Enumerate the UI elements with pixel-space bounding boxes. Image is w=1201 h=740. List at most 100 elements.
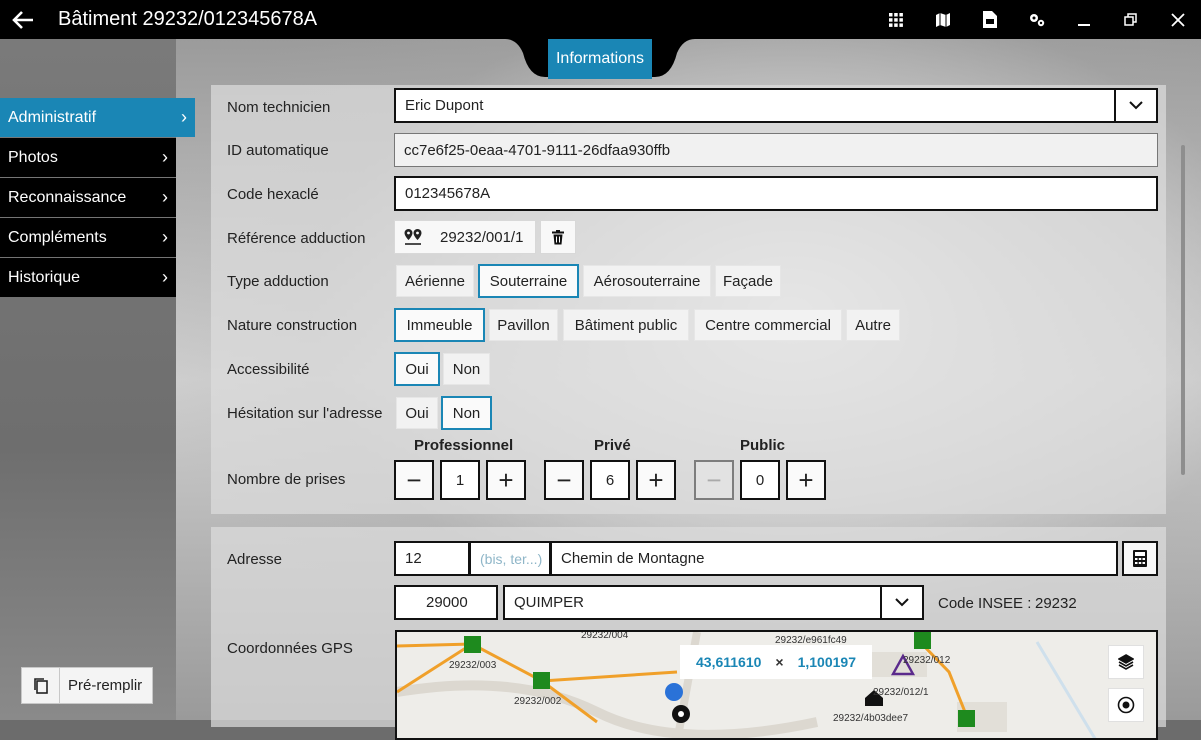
insee-value: 29232: [1035, 595, 1077, 612]
option-facade[interactable]: Façade: [715, 265, 781, 297]
ref-adduction-label: Référence adduction: [227, 230, 366, 247]
sidebar-item-administratif[interactable]: Administratif ›: [0, 98, 195, 137]
layers-icon: [1118, 654, 1134, 670]
public-count[interactable]: 0: [740, 460, 780, 500]
technicien-label: Nom technicien: [227, 99, 331, 116]
option-aerienne[interactable]: Aérienne: [396, 265, 474, 297]
commune-select[interactable]: QUIMPER: [503, 585, 924, 620]
latitude-value: 43,611610: [696, 654, 762, 670]
pdf-button[interactable]: [966, 0, 1013, 39]
chevron-down-icon[interactable]: [1114, 90, 1156, 121]
type-adduction-label: Type adduction: [227, 273, 329, 290]
hexacle-input[interactable]: 012345678A: [394, 176, 1158, 211]
sidebar-item-historique[interactable]: Historique ›: [0, 258, 176, 297]
sidebar-item-photos[interactable]: Photos ›: [0, 138, 176, 177]
map-label: 29232/012: [903, 655, 951, 666]
technicien-select[interactable]: Eric Dupont: [394, 88, 1158, 123]
professionnel-heading: Professionnel: [414, 437, 514, 454]
postal-code-input[interactable]: 29000: [394, 585, 498, 620]
map-label: 29232/4b03dee7: [833, 713, 909, 724]
map-layers-button[interactable]: [1108, 645, 1144, 679]
close-icon: [1170, 12, 1185, 27]
gps-label: Coordonnées GPS: [227, 640, 353, 657]
option-autre[interactable]: Autre: [846, 309, 900, 341]
street-name-value: Chemin de Montagne: [561, 550, 705, 567]
close-button[interactable]: [1154, 0, 1201, 39]
scrollbar[interactable]: [1181, 145, 1185, 475]
professionnel-increment-button[interactable]: +: [486, 460, 526, 500]
prefill-button[interactable]: Pré-remplir: [21, 667, 153, 704]
option-pavillon[interactable]: Pavillon: [489, 309, 558, 341]
prefill-label: Pré-remplir: [68, 677, 143, 694]
chevron-right-icon: ›: [181, 107, 187, 127]
prive-count[interactable]: 6: [590, 460, 630, 500]
map-pins-icon: [404, 228, 422, 245]
id-auto-field: cc7e6f25-0eaa-4701-9111-26dfaa930ffb: [394, 133, 1158, 167]
back-button[interactable]: [0, 0, 46, 39]
sidebar-item-label: Historique: [8, 268, 81, 286]
accessibilite-label: Accessibilité: [227, 361, 310, 378]
copy-icon: [22, 668, 60, 703]
map-label: 29232/003: [449, 660, 497, 671]
professionnel-decrement-button[interactable]: −: [394, 460, 434, 500]
chevron-right-icon: ›: [162, 267, 168, 287]
window-title: Bâtiment 29232/012345678A: [58, 8, 318, 30]
option-accessibilite-non[interactable]: Non: [443, 353, 490, 385]
settings-button[interactable]: [1013, 0, 1060, 39]
sidebar-nav: Administratif › Photos › Reconnaissance …: [0, 98, 196, 298]
hesitation-label: Hésitation sur l'adresse: [227, 405, 383, 422]
sidebar-item-reconnaissance[interactable]: Reconnaissance ›: [0, 178, 176, 217]
chevron-right-icon: ›: [162, 227, 168, 247]
option-accessibilite-oui[interactable]: Oui: [394, 352, 440, 386]
chevron-right-icon: ›: [162, 187, 168, 207]
sidebar-item-label: Administratif: [8, 108, 97, 126]
nature-label: Nature construction: [227, 317, 358, 334]
prive-decrement-button[interactable]: −: [544, 460, 584, 500]
delete-ref-button[interactable]: [540, 220, 576, 254]
option-batiment-public[interactable]: Bâtiment public: [563, 309, 689, 341]
ref-adduction-value: 29232/001/1: [440, 228, 524, 246]
professionnel-count[interactable]: 1: [440, 460, 480, 500]
chevron-right-icon: ›: [162, 147, 168, 167]
map-locate-button[interactable]: [1108, 688, 1144, 722]
prive-increment-button[interactable]: +: [636, 460, 676, 500]
target-icon: [1117, 696, 1135, 714]
ref-adduction-picker[interactable]: 29232/001/1: [394, 220, 536, 254]
map-label: 29232/012/1: [873, 687, 929, 698]
street-number-input[interactable]: 12: [394, 541, 470, 576]
grid-icon: [888, 12, 903, 27]
map-label: 29232/002: [514, 696, 562, 707]
option-centre-commercial[interactable]: Centre commercial: [694, 309, 842, 341]
prises-label: Nombre de prises: [227, 471, 346, 488]
option-souterraine[interactable]: Souterraine: [478, 264, 579, 298]
map-icon: [935, 12, 950, 27]
map-button[interactable]: [919, 0, 966, 39]
public-decrement-button[interactable]: −: [694, 460, 734, 500]
title-bar: Bâtiment 29232/012345678A: [0, 0, 1201, 39]
street-name-input[interactable]: Chemin de Montagne: [550, 541, 1118, 576]
tab-informations[interactable]: Informations: [548, 39, 652, 79]
minimize-icon: [1077, 23, 1090, 26]
restore-button[interactable]: [1107, 0, 1154, 39]
grid-button[interactable]: [872, 0, 919, 39]
option-aerosouterraine[interactable]: Aérosouterraine: [583, 265, 711, 297]
option-immeuble[interactable]: Immeuble: [394, 308, 485, 342]
trash-icon: [552, 229, 564, 244]
file-pdf-icon: [982, 11, 997, 28]
public-increment-button[interactable]: +: [786, 460, 826, 500]
coord-separator: ×: [775, 654, 784, 670]
chevron-down-icon[interactable]: [880, 587, 922, 618]
sidebar-item-complements[interactable]: Compléments ›: [0, 218, 176, 257]
gps-coordinates: 43,611610 × 1,100197: [680, 645, 872, 679]
id-auto-value: cc7e6f25-0eaa-4701-9111-26dfaa930ffb: [404, 141, 671, 159]
gears-icon: [1029, 13, 1044, 26]
longitude-value: 1,100197: [797, 654, 856, 670]
restore-icon: [1123, 12, 1137, 26]
option-hesitation-oui[interactable]: Oui: [396, 397, 438, 429]
postal-code-value: 29000: [426, 594, 468, 611]
street-complement-input[interactable]: (bis, ter...): [469, 541, 551, 576]
minimize-button[interactable]: [1060, 0, 1107, 39]
sidebar-item-label: Photos: [8, 148, 58, 166]
calculator-button[interactable]: [1122, 541, 1158, 576]
option-hesitation-non[interactable]: Non: [441, 396, 492, 430]
